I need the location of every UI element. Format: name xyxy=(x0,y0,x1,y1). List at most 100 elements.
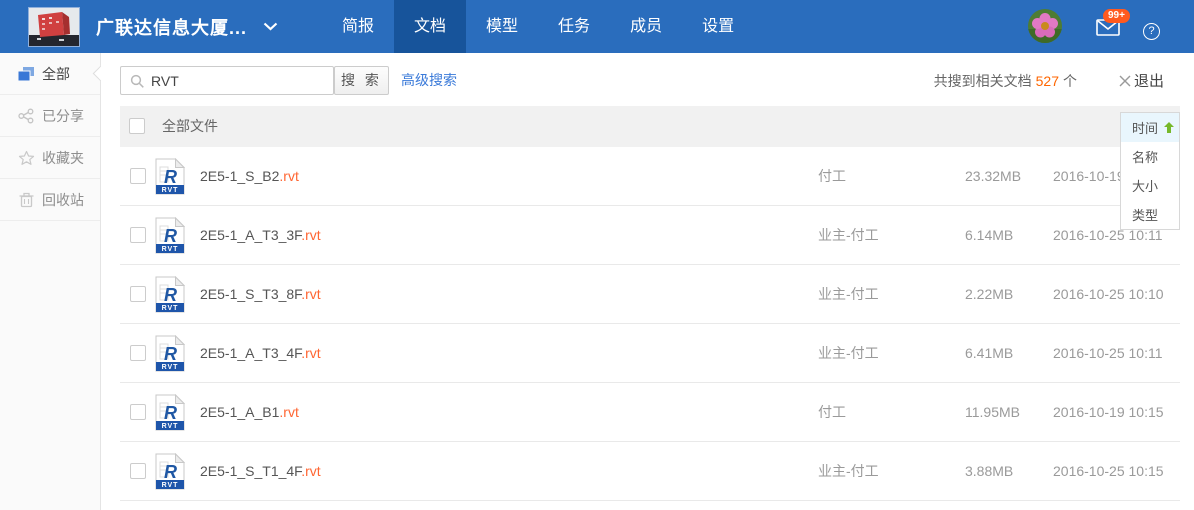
sidebar-item-label: 全部 xyxy=(42,64,70,84)
result-count-number: 527 xyxy=(1036,73,1059,89)
row-checkbox[interactable] xyxy=(130,227,146,243)
search-result-count: 共搜到相关文档527个 xyxy=(934,71,1077,91)
file-base-name: 2E5-1_A_T3_3F xyxy=(200,227,301,243)
size-cell: 11.95MB xyxy=(965,383,1020,442)
share-icon xyxy=(17,108,35,124)
sidebar-item-recycle-bin[interactable]: 回收站 xyxy=(0,179,100,221)
table-row[interactable]: R RVT 2E5-1_A_T3_3F.rvt 业主-付工 6.14MB 201… xyxy=(120,206,1180,265)
svg-text:RVT: RVT xyxy=(162,246,179,253)
file-name-link[interactable]: 2E5-1_A_B1.rvt xyxy=(200,383,299,442)
svg-text:R: R xyxy=(164,403,177,423)
svg-text:RVT: RVT xyxy=(162,364,179,371)
file-base-name: 2E5-1_S_T1_4F xyxy=(200,463,301,479)
sort-option-time[interactable]: 时间 xyxy=(1121,113,1179,142)
table-row[interactable]: R RVT 2E5-1_A_T3_4F.rvt 业主-付工 6.41MB 201… xyxy=(120,324,1180,383)
file-name-link[interactable]: 2E5-1_S_T3_8F.rvt xyxy=(200,265,321,324)
table-row[interactable]: R RVT 2E5-1_A_B1.rvt 付工 11.95MB 2016-10-… xyxy=(120,383,1180,442)
svg-text:RVT: RVT xyxy=(162,187,179,194)
documents-icon xyxy=(17,66,35,82)
search-box xyxy=(120,66,334,95)
row-checkbox[interactable] xyxy=(130,463,146,479)
size-cell: 6.14MB xyxy=(965,206,1013,265)
main-content: 搜 索 高级搜索 共搜到相关文档527个 退出 全部文件 xyxy=(101,53,1194,510)
row-checkbox[interactable] xyxy=(130,286,146,302)
tab-models[interactable]: 模型 xyxy=(466,0,538,53)
flower-avatar-icon xyxy=(1028,9,1062,43)
tab-members[interactable]: 成员 xyxy=(610,0,682,53)
list-header: 全部文件 xyxy=(120,106,1180,147)
star-icon xyxy=(17,150,35,166)
advanced-search-link[interactable]: 高级搜索 xyxy=(401,66,457,95)
file-name-link[interactable]: 2E5-1_S_B2.rvt xyxy=(200,147,299,206)
sort-dropdown-menu: 时间 名称 大小 类型 xyxy=(1120,112,1180,230)
tab-documents[interactable]: 文档 xyxy=(394,0,466,53)
size-cell: 3.88MB xyxy=(965,442,1013,501)
main-nav: 简报 文档 模型 任务 成员 设置 xyxy=(322,0,754,53)
date-cell: 2016-10-25 10:10 xyxy=(1053,265,1164,324)
project-logo[interactable] xyxy=(28,7,80,47)
tab-tasks[interactable]: 任务 xyxy=(538,0,610,53)
building-thumbnail-icon xyxy=(29,8,79,46)
select-all-checkbox[interactable] xyxy=(129,118,145,134)
svg-text:R: R xyxy=(164,344,177,364)
avatar[interactable] xyxy=(1028,9,1062,43)
rvt-file-icon: R RVT xyxy=(155,394,185,436)
table-row[interactable]: R RVT 2E5-1_S_B2.rvt 付工 23.32MB 2016-10-… xyxy=(120,147,1180,206)
rvt-file-icon: R RVT xyxy=(155,335,185,377)
file-base-name: 2E5-1_A_T3_4F xyxy=(200,345,301,361)
project-switcher[interactable]: 广联达信息大厦... xyxy=(96,0,278,53)
exit-search-button[interactable]: 退出 xyxy=(1119,70,1164,91)
rvt-file-icon: R RVT xyxy=(155,158,185,200)
tab-briefing[interactable]: 简报 xyxy=(322,0,394,53)
tab-settings[interactable]: 设置 xyxy=(682,0,754,53)
sidebar-item-shared[interactable]: 已分享 xyxy=(0,95,100,137)
uploader-cell: 业主-付工 xyxy=(818,324,879,383)
svg-text:RVT: RVT xyxy=(162,482,179,489)
file-extension: .rvt xyxy=(301,227,320,243)
sidebar: 全部 已分享 收藏夹 xyxy=(0,53,101,510)
row-checkbox[interactable] xyxy=(130,168,146,184)
size-cell: 23.32MB xyxy=(965,147,1021,206)
uploader-cell: 业主-付工 xyxy=(818,265,879,324)
uploader-cell: 业主-付工 xyxy=(818,442,879,501)
result-prefix: 共搜到相关文档 xyxy=(934,73,1032,89)
file-extension: .rvt xyxy=(301,345,320,361)
search-button[interactable]: 搜 索 xyxy=(334,66,389,95)
row-checkbox[interactable] xyxy=(130,345,146,361)
message-count-badge: 99+ xyxy=(1103,9,1130,23)
search-toolbar: 搜 索 高级搜索 共搜到相关文档527个 退出 xyxy=(120,66,1180,95)
sort-option-type[interactable]: 类型 xyxy=(1121,200,1179,229)
sidebar-item-all[interactable]: 全部 xyxy=(0,53,100,95)
table-row[interactable]: R RVT 2E5-1_S_T3_8F.rvt 业主-付工 2.22MB 201… xyxy=(120,265,1180,324)
file-extension: .rvt xyxy=(279,168,298,184)
sort-ascending-icon xyxy=(1164,122,1174,133)
result-suffix: 个 xyxy=(1063,73,1077,89)
search-input[interactable] xyxy=(151,68,329,93)
project-title: 广联达信息大厦... xyxy=(96,14,247,40)
sort-option-size[interactable]: 大小 xyxy=(1121,171,1179,200)
help-button[interactable]: ? xyxy=(1143,23,1160,40)
sort-option-name[interactable]: 名称 xyxy=(1121,142,1179,171)
sidebar-item-label: 收藏夹 xyxy=(42,148,84,168)
file-extension: .rvt xyxy=(279,404,298,420)
file-name-link[interactable]: 2E5-1_S_T1_4F.rvt xyxy=(200,442,321,501)
file-base-name: 2E5-1_A_B1 xyxy=(200,404,279,420)
sidebar-item-label: 已分享 xyxy=(42,106,84,126)
row-checkbox[interactable] xyxy=(130,404,146,420)
file-name-link[interactable]: 2E5-1_A_T3_4F.rvt xyxy=(200,324,321,383)
file-list: R RVT 2E5-1_S_B2.rvt 付工 23.32MB 2016-10-… xyxy=(120,147,1180,501)
table-row[interactable]: R RVT 2E5-1_S_T1_4F.rvt 业主-付工 3.88MB 201… xyxy=(120,442,1180,501)
rvt-file-icon: R RVT xyxy=(155,453,185,495)
sidebar-item-favorites[interactable]: 收藏夹 xyxy=(0,137,100,179)
uploader-cell: 付工 xyxy=(818,383,846,442)
file-extension: .rvt xyxy=(301,286,320,302)
uploader-cell: 付工 xyxy=(818,147,846,206)
file-name-link[interactable]: 2E5-1_A_T3_3F.rvt xyxy=(200,206,321,265)
sidebar-item-label: 回收站 xyxy=(42,190,84,210)
date-cell: 2016-10-25 10:15 xyxy=(1053,442,1164,501)
uploader-cell: 业主-付工 xyxy=(818,206,879,265)
svg-text:R: R xyxy=(164,462,177,482)
question-mark-icon: ? xyxy=(1148,25,1154,37)
size-cell: 6.41MB xyxy=(965,324,1013,383)
trash-icon xyxy=(17,192,35,208)
